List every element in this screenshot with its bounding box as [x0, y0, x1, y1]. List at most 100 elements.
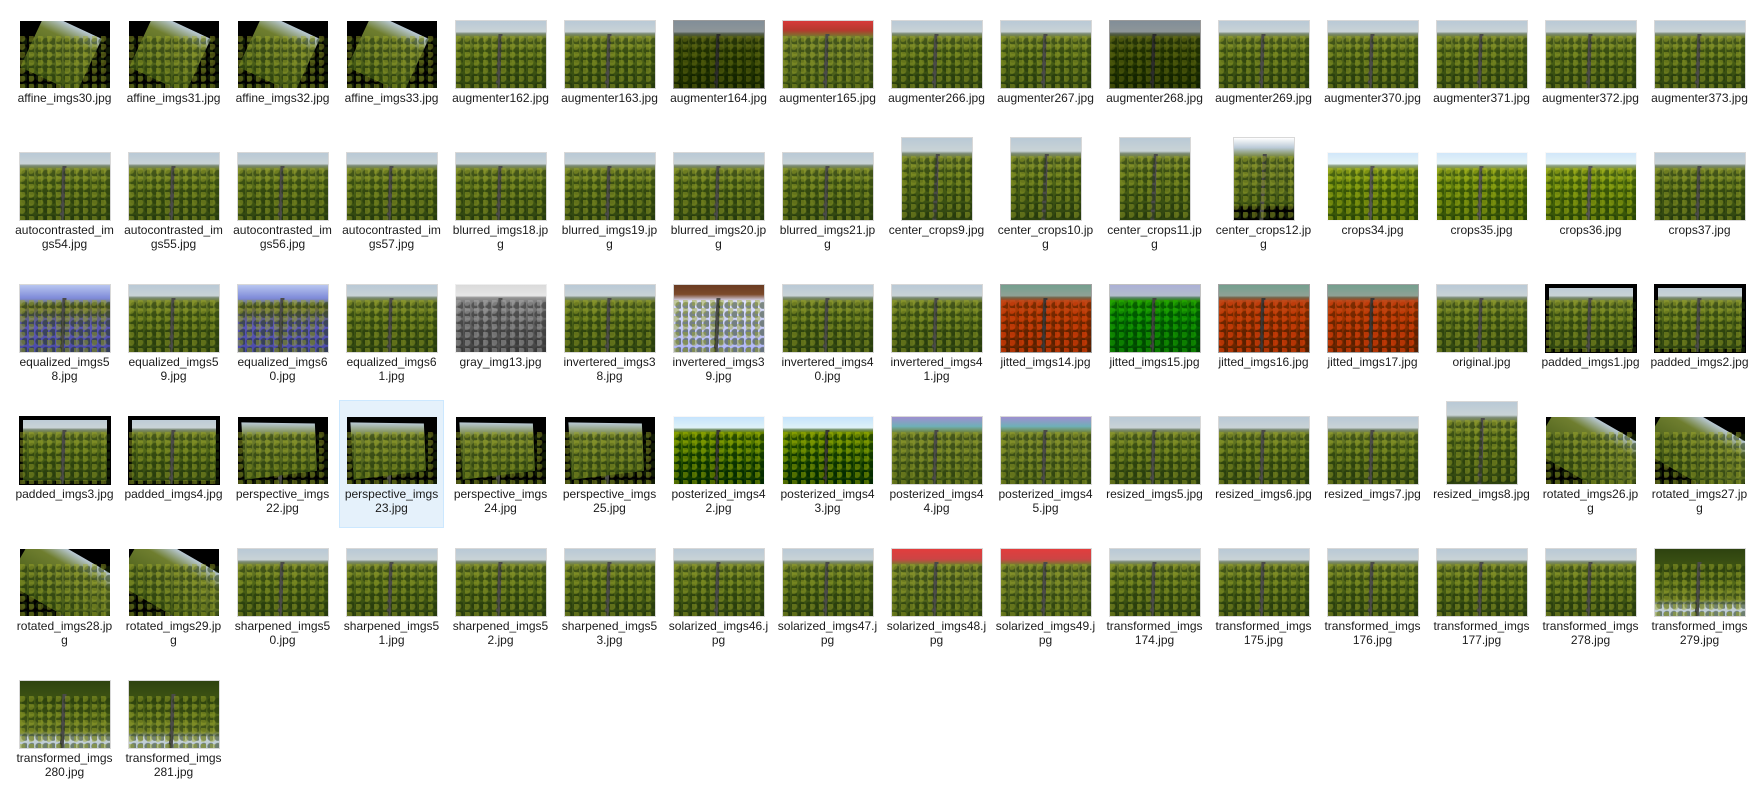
file-item[interactable]: transformed_imgs280.jpg	[12, 664, 117, 792]
file-name-label: blurred_imgs20.jpg	[670, 223, 767, 251]
file-item[interactable]: jitted_imgs17.jpg	[1320, 268, 1425, 396]
file-item[interactable]: affine_imgs32.jpg	[230, 4, 335, 132]
file-name-label: jitted_imgs17.jpg	[1327, 355, 1418, 369]
file-name-label: transformed_imgs280.jpg	[16, 751, 113, 779]
file-item[interactable]: resized_imgs6.jpg	[1211, 400, 1316, 528]
file-item[interactable]: autocontrasted_imgs56.jpg	[230, 136, 335, 264]
file-name-label: autocontrasted_imgs54.jpg	[15, 223, 114, 251]
file-item[interactable]: gray_img13.jpg	[448, 268, 553, 396]
file-name-label: affine_imgs33.jpg	[344, 91, 439, 105]
file-item[interactable]: equalized_imgs60.jpg	[230, 268, 335, 396]
file-item[interactable]: jitted_imgs16.jpg	[1211, 268, 1316, 396]
file-item[interactable]: transformed_imgs281.jpg	[121, 664, 226, 792]
file-name-label: equalized_imgs59.jpg	[128, 355, 219, 383]
file-item[interactable]: equalized_imgs59.jpg	[121, 268, 226, 396]
file-item[interactable]: center_crops9.jpg	[884, 136, 989, 264]
file-name-label: affine_imgs30.jpg	[17, 91, 112, 105]
file-item[interactable]: crops34.jpg	[1320, 136, 1425, 264]
file-item[interactable]: augmenter162.jpg	[448, 4, 553, 132]
file-item[interactable]: blurred_imgs19.jpg	[557, 136, 662, 264]
file-item[interactable]: augmenter269.jpg	[1211, 4, 1316, 132]
file-item[interactable]: posterized_imgs43.jpg	[775, 400, 880, 528]
file-item[interactable]: affine_imgs30.jpg	[12, 4, 117, 132]
file-item[interactable]: augmenter163.jpg	[557, 4, 662, 132]
file-item[interactable]: augmenter165.jpg	[775, 4, 880, 132]
file-item[interactable]: equalized_imgs61.jpg	[339, 268, 444, 396]
file-item[interactable]: solarized_imgs47.jpg	[775, 532, 880, 660]
file-item[interactable]: jitted_imgs15.jpg	[1102, 268, 1207, 396]
file-name-label: perspective_imgs22.jpg	[235, 487, 330, 515]
file-item[interactable]: augmenter372.jpg	[1538, 4, 1643, 132]
file-item[interactable]: transformed_imgs176.jpg	[1320, 532, 1425, 660]
image-thumbnail	[346, 21, 437, 88]
file-item[interactable]: autocontrasted_imgs55.jpg	[121, 136, 226, 264]
file-item[interactable]: posterized_imgs44.jpg	[884, 400, 989, 528]
file-item[interactable]: transformed_imgs174.jpg	[1102, 532, 1207, 660]
file-item[interactable]: center_crops10.jpg	[993, 136, 1098, 264]
file-item[interactable]: perspective_imgs23.jpg	[339, 400, 444, 528]
file-item[interactable]: sharpened_imgs50.jpg	[230, 532, 335, 660]
file-item[interactable]: augmenter164.jpg	[666, 4, 771, 132]
file-item[interactable]: perspective_imgs24.jpg	[448, 400, 553, 528]
file-item[interactable]: invertered_imgs40.jpg	[775, 268, 880, 396]
file-item[interactable]: crops35.jpg	[1429, 136, 1534, 264]
file-item[interactable]: blurred_imgs18.jpg	[448, 136, 553, 264]
file-item[interactable]: sharpened_imgs53.jpg	[557, 532, 662, 660]
file-item[interactable]: invertered_imgs41.jpg	[884, 268, 989, 396]
file-item[interactable]: rotated_imgs28.jpg	[12, 532, 117, 660]
file-item[interactable]: transformed_imgs175.jpg	[1211, 532, 1316, 660]
file-item[interactable]: augmenter371.jpg	[1429, 4, 1534, 132]
file-item[interactable]: crops37.jpg	[1647, 136, 1752, 264]
file-item[interactable]: invertered_imgs39.jpg	[666, 268, 771, 396]
file-item[interactable]: rotated_imgs26.jpg	[1538, 400, 1643, 528]
file-item[interactable]: posterized_imgs45.jpg	[993, 400, 1098, 528]
file-item[interactable]: original.jpg	[1429, 268, 1534, 396]
image-thumbnail	[1436, 285, 1527, 352]
file-item[interactable]: solarized_imgs49.jpg	[993, 532, 1098, 660]
file-item[interactable]: transformed_imgs278.jpg	[1538, 532, 1643, 660]
file-item[interactable]: padded_imgs4.jpg	[121, 400, 226, 528]
file-item[interactable]: padded_imgs3.jpg	[12, 400, 117, 528]
file-item[interactable]: perspective_imgs25.jpg	[557, 400, 662, 528]
file-item[interactable]: padded_imgs2.jpg	[1647, 268, 1752, 396]
file-name-label: autocontrasted_imgs56.jpg	[233, 223, 332, 251]
file-item[interactable]: rotated_imgs27.jpg	[1647, 400, 1752, 528]
file-item[interactable]: transformed_imgs279.jpg	[1647, 532, 1752, 660]
file-item[interactable]: augmenter370.jpg	[1320, 4, 1425, 132]
file-item[interactable]: solarized_imgs46.jpg	[666, 532, 771, 660]
file-item[interactable]: padded_imgs1.jpg	[1538, 268, 1643, 396]
file-item[interactable]: invertered_imgs38.jpg	[557, 268, 662, 396]
file-item[interactable]: resized_imgs7.jpg	[1320, 400, 1425, 528]
file-item[interactable]: augmenter373.jpg	[1647, 4, 1752, 132]
file-item[interactable]: affine_imgs31.jpg	[121, 4, 226, 132]
file-item[interactable]: augmenter268.jpg	[1102, 4, 1207, 132]
file-name-label: equalized_imgs58.jpg	[19, 355, 110, 383]
file-item[interactable]: solarized_imgs48.jpg	[884, 532, 989, 660]
file-name-label: crops34.jpg	[1341, 223, 1404, 237]
file-item[interactable]: sharpened_imgs51.jpg	[339, 532, 444, 660]
file-item[interactable]: center_crops12.jpg	[1211, 136, 1316, 264]
file-item[interactable]: perspective_imgs22.jpg	[230, 400, 335, 528]
file-item[interactable]: augmenter266.jpg	[884, 4, 989, 132]
file-item[interactable]: resized_imgs5.jpg	[1102, 400, 1207, 528]
file-item[interactable]: posterized_imgs42.jpg	[666, 400, 771, 528]
file-item[interactable]: jitted_imgs14.jpg	[993, 268, 1098, 396]
file-name-label: augmenter268.jpg	[1106, 91, 1203, 105]
file-item[interactable]: blurred_imgs20.jpg	[666, 136, 771, 264]
image-thumbnail	[1109, 417, 1200, 484]
file-name-label: rotated_imgs27.jpg	[1651, 487, 1748, 515]
file-item[interactable]: center_crops11.jpg	[1102, 136, 1207, 264]
file-item[interactable]: transformed_imgs177.jpg	[1429, 532, 1534, 660]
file-item[interactable]: affine_imgs33.jpg	[339, 4, 444, 132]
file-item[interactable]: equalized_imgs58.jpg	[12, 268, 117, 396]
thumbnail-frame	[1105, 402, 1205, 484]
file-item[interactable]: rotated_imgs29.jpg	[121, 532, 226, 660]
file-item[interactable]: crops36.jpg	[1538, 136, 1643, 264]
file-item[interactable]: blurred_imgs21.jpg	[775, 136, 880, 264]
file-item[interactable]: autocontrasted_imgs54.jpg	[12, 136, 117, 264]
file-item[interactable]: autocontrasted_imgs57.jpg	[339, 136, 444, 264]
file-item[interactable]: resized_imgs8.jpg	[1429, 400, 1534, 528]
file-item[interactable]: augmenter267.jpg	[993, 4, 1098, 132]
image-thumbnail	[673, 21, 764, 88]
file-item[interactable]: sharpened_imgs52.jpg	[448, 532, 553, 660]
